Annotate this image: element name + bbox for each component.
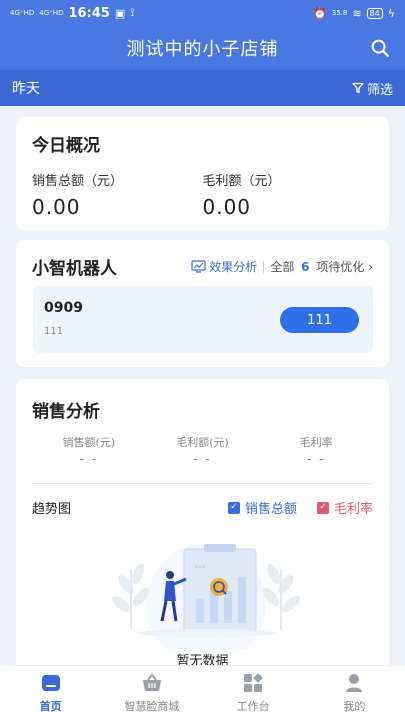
pending-label: 项待优化 bbox=[316, 260, 365, 274]
battery-level: 84 bbox=[366, 7, 383, 19]
grid-icon bbox=[244, 673, 263, 692]
date-bar: 昨天 筛选 bbox=[0, 70, 405, 106]
robot-item-subtitle: 111 bbox=[44, 326, 64, 337]
signal-indicator-2: 4G⁺HD bbox=[39, 8, 64, 17]
legend-sales-toggle[interactable]: ✓ 销售总额 bbox=[227, 498, 297, 517]
checkbox-checked-icon: ✓ bbox=[227, 501, 240, 514]
sales-analysis-card: 销售分析 销售额(元) - - 毛利额(元) - - 毛利率 - - 趋势图 ✓… bbox=[16, 379, 389, 679]
pending-count: 6 bbox=[301, 260, 310, 274]
filter-label: 筛选 bbox=[366, 82, 393, 98]
network-speed: 35.8 bbox=[331, 8, 348, 17]
legend-sales-label: 销售总额 bbox=[244, 502, 297, 517]
filter-button[interactable]: 筛选 bbox=[352, 79, 393, 98]
chart-icon bbox=[191, 260, 206, 273]
checkbox-checked-icon: ✓ bbox=[316, 501, 329, 514]
overview-sales-label: 销售总额（元） bbox=[32, 174, 124, 189]
date-selector[interactable]: 昨天 bbox=[12, 78, 40, 98]
overview-profit: 毛利额（元） 0.00 bbox=[203, 170, 374, 219]
alarm-icon: ⏰ bbox=[313, 6, 327, 20]
overview-card: 今日概况 销售总额（元） 0.00 毛利额（元） 0.00 bbox=[16, 117, 389, 230]
effect-analysis-label: 效果分析 bbox=[209, 260, 258, 274]
tab-home-label: 首页 bbox=[39, 700, 62, 713]
stat-margin-label: 毛利率 bbox=[299, 436, 333, 449]
svg-text:***: *** bbox=[194, 564, 206, 573]
overview-sales: 销售总额（元） 0.00 bbox=[32, 170, 203, 219]
stat-profit-label: 毛利额(元) bbox=[176, 436, 229, 449]
robot-item-button[interactable]: 111 bbox=[280, 307, 359, 333]
sales-analysis-title: 销售分析 bbox=[32, 402, 100, 422]
overview-profit-value: 0.00 bbox=[202, 195, 252, 219]
effect-analysis-link[interactable]: 效果分析 bbox=[191, 258, 257, 275]
stat-sales-value: - - bbox=[79, 452, 99, 466]
status-bar: 4G⁺HD 4G⁺HD 16:45 ▣ ⟟ ⏰ 35.8 ≋ 84 ϟ bbox=[0, 0, 405, 26]
tab-home[interactable]: 首页 bbox=[0, 666, 101, 720]
divider bbox=[263, 260, 265, 273]
robot-list-item[interactable]: 0909 111 111 bbox=[33, 286, 373, 353]
divider bbox=[32, 483, 373, 484]
app-header: 测试中的小子店铺 bbox=[0, 26, 405, 70]
page-title: 测试中的小子店铺 bbox=[126, 39, 279, 60]
stat-sales-label: 销售额(元) bbox=[62, 436, 116, 449]
robot-item-title: 0909 bbox=[44, 300, 83, 316]
tab-mall-label: 智慧脸商城 bbox=[124, 700, 180, 713]
robot-title: 小智机器人 bbox=[32, 259, 117, 279]
all-label: 全部 bbox=[270, 260, 295, 274]
tab-mine-label: 我的 bbox=[343, 700, 366, 713]
stat-margin: 毛利率 - - bbox=[259, 434, 373, 466]
charging-icon: ϟ bbox=[387, 6, 395, 20]
bottom-tab-bar: 首页 智慧脸商城 工作台 我的 bbox=[0, 665, 405, 720]
chevron-right-icon: › bbox=[368, 260, 373, 274]
empty-state-illustration: *** bbox=[111, 544, 301, 649]
trend-chart-label: 趋势图 bbox=[32, 502, 72, 517]
tab-mall[interactable]: 智慧脸商城 bbox=[101, 666, 202, 720]
tab-mine[interactable]: 我的 bbox=[304, 666, 405, 720]
stat-sales: 销售额(元) - - bbox=[32, 434, 146, 466]
overview-title: 今日概况 bbox=[32, 136, 100, 156]
notification-icon: ▣ bbox=[114, 6, 126, 20]
tab-workbench-label: 工作台 bbox=[236, 700, 270, 713]
tab-workbench[interactable]: 工作台 bbox=[203, 666, 304, 720]
legend-margin-label: 毛利率 bbox=[333, 502, 373, 517]
usb-icon: ⟟ bbox=[130, 6, 135, 19]
wifi-icon: ≋ bbox=[352, 6, 362, 20]
filter-icon bbox=[352, 82, 364, 94]
user-icon bbox=[346, 674, 363, 692]
signal-indicator-1: 4G⁺HD bbox=[10, 8, 35, 17]
robot-card: 小智机器人 效果分析 全部 6 项待优化 › 0909 111 111 bbox=[16, 240, 389, 367]
overview-sales-value: 0.00 bbox=[32, 195, 81, 219]
status-time: 16:45 bbox=[68, 5, 110, 21]
stat-profit: 毛利额(元) - - bbox=[146, 434, 260, 466]
legend-margin-toggle[interactable]: ✓ 毛利率 bbox=[316, 498, 373, 517]
stat-profit-value: - - bbox=[193, 452, 212, 466]
home-icon bbox=[41, 675, 60, 691]
basket-icon bbox=[142, 673, 161, 691]
overview-profit-label: 毛利额（元） bbox=[202, 174, 281, 189]
pending-optimizations-link[interactable]: 全部 6 项待优化 › bbox=[270, 258, 373, 275]
search-icon[interactable] bbox=[369, 37, 391, 59]
stat-margin-value: - - bbox=[306, 452, 326, 466]
